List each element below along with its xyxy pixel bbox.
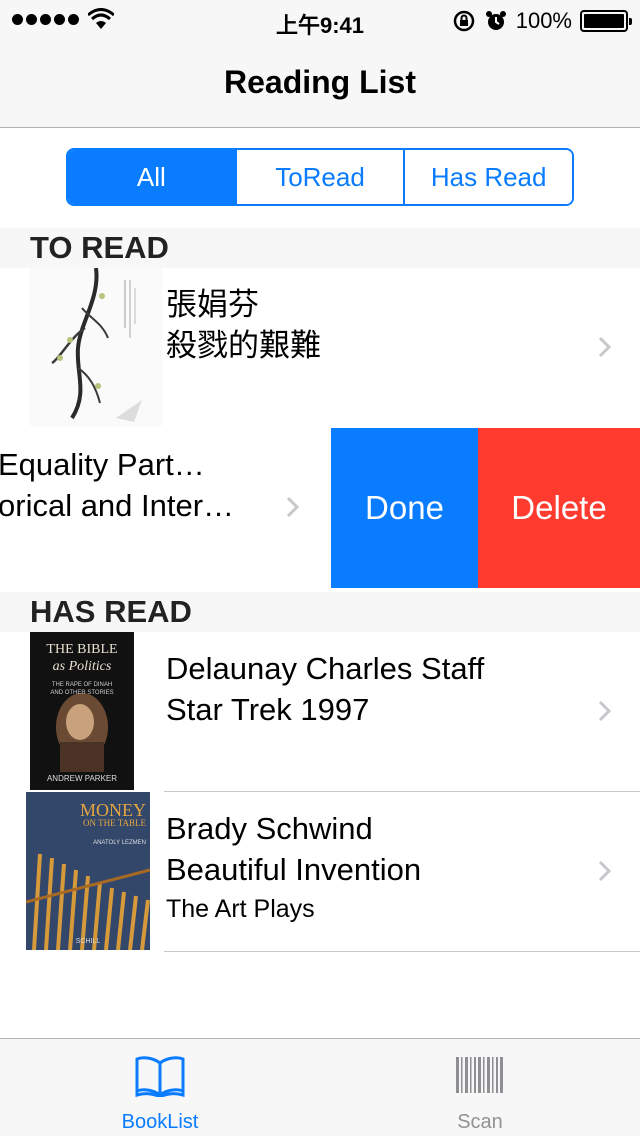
book-cover: MONEY ON THE TABLE ANATOLY LEZMEN SCHILL — [26, 792, 150, 950]
chevron-right-icon — [598, 700, 612, 722]
rotation-lock-icon — [453, 10, 474, 32]
row-separator — [164, 951, 640, 952]
filter-segmented-control[interactable]: All ToRead Has Read — [66, 148, 574, 206]
tab-scan-label: Scan — [457, 1111, 503, 1133]
row-title: 殺戮的艱難 — [166, 328, 321, 363]
barcode-icon — [456, 1057, 503, 1093]
cover-subtitle: ON THE TABLE — [83, 818, 146, 828]
cover-tagline: THE RAPE OF DINAH — [51, 682, 113, 688]
cover-tagline: AND OTHER STORIES — [50, 690, 114, 696]
tab-bar: BookList Scan — [0, 1038, 640, 1136]
section-header-has-read: HAS READ — [0, 592, 640, 632]
list-item[interactable]: MONEY ON THE TABLE ANATOLY LEZMEN SCHILL… — [0, 792, 640, 952]
row-title: Star Trek 1997 — [166, 692, 370, 727]
tab-booklist[interactable]: BookList — [0, 1039, 320, 1136]
row-title: Beautiful Invention — [166, 852, 422, 887]
cover-author: ANATOLY LEZMEN — [93, 840, 146, 846]
row-title: orical and Inter… — [0, 488, 235, 523]
top-bar: 上午9:41 100% Reading List — [0, 0, 640, 128]
row-text: Brady Schwind Beautiful Invention The Ar… — [166, 808, 421, 928]
battery-percent: 100% — [515, 8, 572, 33]
chevron-right-icon — [598, 860, 612, 882]
row-text: Delaunay Charles Staff Star Trek 1997 — [166, 648, 484, 730]
list-item[interactable]: THE BIBLE as Politics THE RAPE OF DINAH … — [0, 632, 640, 792]
row-author: Equality Part… — [0, 447, 205, 482]
list-item[interactable]: 張娟芬 殺戮的艱難 — [0, 268, 640, 428]
book-cover — [30, 268, 162, 426]
segment-toread[interactable]: ToRead — [234, 150, 404, 204]
row-text: Equality Part… orical and Inter… — [0, 444, 234, 526]
book-cover: THE BIBLE as Politics THE RAPE OF DINAH … — [30, 632, 134, 790]
alarm-icon — [485, 11, 506, 30]
battery-icon — [580, 10, 632, 32]
tab-scan[interactable]: Scan — [320, 1039, 640, 1136]
cover-author: ANDREW PARKER — [46, 774, 118, 783]
section-header-to-read: TO READ — [0, 228, 640, 268]
delete-button[interactable]: Delete — [478, 428, 640, 588]
segment-has-read[interactable]: Has Read — [403, 150, 572, 204]
row-subtitle: The Art Plays — [166, 895, 315, 923]
cover-title: THE BIBLE — [46, 642, 118, 657]
done-button[interactable]: Done — [331, 428, 478, 588]
row-author: 張娟芬 — [166, 287, 259, 322]
segment-all[interactable]: All — [68, 150, 235, 204]
cover-footer: SCHILL — [75, 938, 101, 945]
tab-booklist-label: BookList — [121, 1111, 199, 1133]
book-icon — [135, 1056, 185, 1097]
row-text: 張娟芬 殺戮的艱難 — [166, 284, 321, 366]
status-bar: 上午9:41 100% — [0, 0, 640, 40]
page-title: Reading List — [223, 64, 416, 100]
row-author: Brady Schwind — [166, 811, 373, 846]
row-author: Delaunay Charles Staff — [166, 651, 485, 686]
status-right: 100% — [452, 8, 632, 34]
chevron-right-icon — [598, 336, 612, 358]
chevron-right-icon — [286, 496, 300, 518]
cover-subtitle: as Politics — [52, 659, 112, 674]
